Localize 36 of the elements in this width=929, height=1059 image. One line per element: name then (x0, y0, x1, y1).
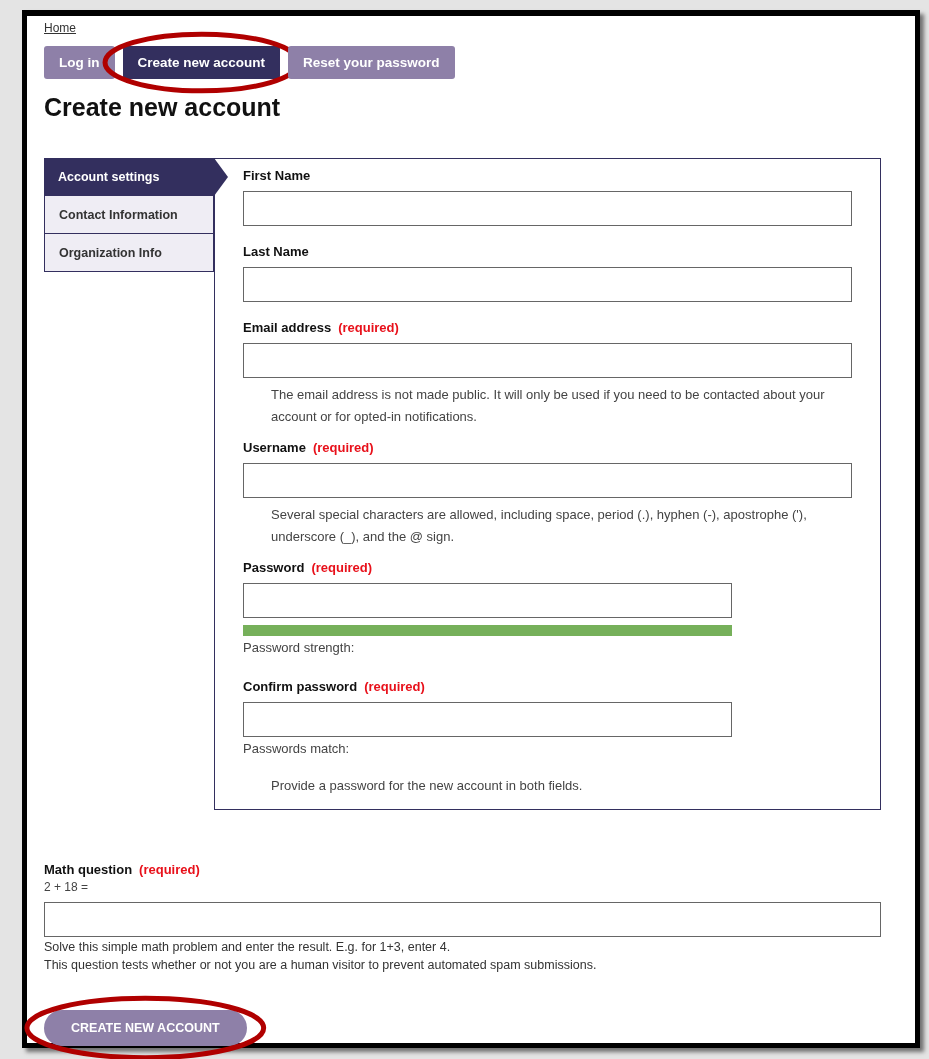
home-link[interactable]: Home (44, 21, 76, 35)
field-label: Password (243, 560, 305, 575)
submit-button[interactable]: CREATE NEW ACCOUNT (44, 1010, 247, 1046)
input-field[interactable] (243, 583, 732, 618)
help-text: Solve this simple math problem and enter the result. E.g. for 1+3, enter 4. (44, 939, 452, 955)
field-description: The email address is not made public. It will only be used if you need to be contacted about your account or for opted-in notifications. (270, 386, 826, 426)
field-status: Password strength: (243, 640, 356, 655)
input-field[interactable] (243, 191, 852, 226)
field-label: Confirm password (243, 679, 358, 694)
field-status: Passwords match: (243, 741, 351, 756)
section-tab[interactable]: Organization Info (44, 234, 214, 272)
section-tab[interactable]: Contact Information (44, 196, 214, 234)
help-text: This question tests whether or not you are a human visitor to prevent automated spam submissions. (44, 957, 598, 973)
page-title: Create new account (44, 93, 282, 122)
tab[interactable]: Reset your password (288, 46, 455, 79)
required-note: (required) (139, 862, 200, 877)
tab[interactable]: Log in (44, 46, 115, 79)
required-note: (required) (364, 679, 425, 694)
input-field[interactable] (243, 702, 732, 737)
required-note: (required) (312, 440, 374, 455)
field-label: Email address (243, 320, 332, 335)
field-label: Last Name (243, 244, 309, 259)
field-label: Math question (44, 862, 133, 877)
field-description: Provide a password for the new account in both fields. (270, 778, 584, 793)
section-tab[interactable]: Account settings (44, 158, 228, 196)
input-field[interactable] (243, 267, 852, 302)
required-note: (required) (338, 320, 399, 335)
field-label: First Name (243, 168, 311, 183)
input-field[interactable] (44, 902, 881, 937)
tab[interactable]: Create new account (122, 46, 281, 79)
field-label: Username (243, 440, 306, 455)
input-field[interactable] (243, 343, 852, 378)
math-question: 2 + 18 = (44, 880, 90, 894)
input-field[interactable] (243, 463, 852, 498)
field-description: Several special characters are allowed, including space, period (.), hyphen (-), apostrophe ('), underscore (_), and the @ sign. (270, 506, 808, 546)
required-note: (required) (311, 560, 373, 575)
